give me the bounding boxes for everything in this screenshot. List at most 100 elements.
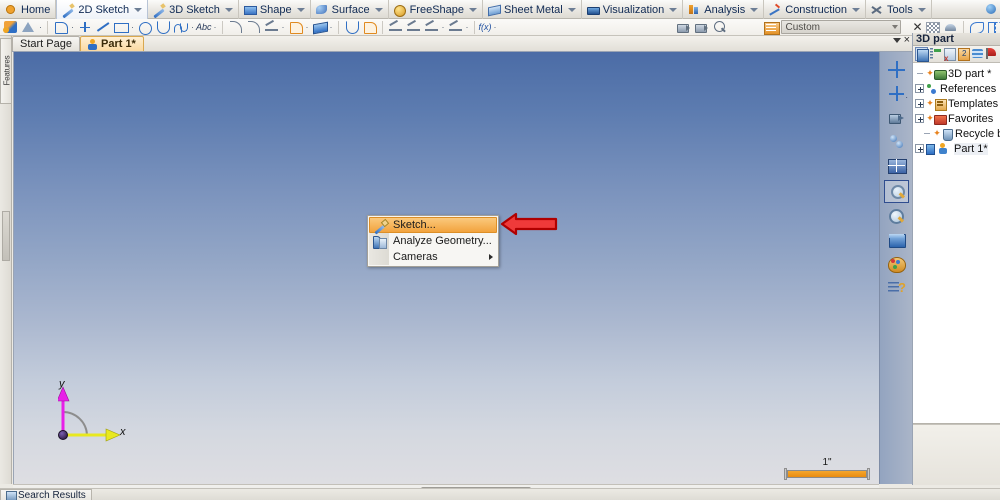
tree-node-favorites[interactable]: ✦ Favorites (915, 111, 1000, 126)
left-dock-tab-features[interactable]: Features (0, 38, 12, 104)
tool-dropdown-dot[interactable]: · (281, 19, 286, 35)
sketch-profile-tool[interactable] (20, 19, 37, 35)
ribbon-tab-analysis[interactable]: Analysis (683, 0, 765, 19)
perpendicular-constraint-tool[interactable] (447, 19, 464, 35)
pivot-icon[interactable] (884, 130, 909, 153)
context-menu-item-analyze-geometry[interactable]: Analyze Geometry... (369, 233, 497, 249)
tool-dropdown-dot[interactable]: · (70, 19, 75, 35)
tool-dropdown-dot[interactable]: · (190, 19, 195, 35)
ribbon-tab-tools[interactable]: Tools (866, 0, 932, 19)
dock-scroll-thumb[interactable] (2, 211, 10, 261)
ribbon-tab-visualization[interactable]: Visualization (582, 0, 684, 19)
extrude-tool[interactable] (311, 19, 328, 35)
chevron-down-icon[interactable] (296, 7, 305, 12)
select-mode-icon[interactable] (915, 47, 929, 62)
rectangle-tool[interactable] (112, 19, 129, 35)
document-tab-part-1[interactable]: Part 1* (79, 36, 144, 51)
tool-dropdown-dot[interactable]: · (305, 19, 310, 35)
tool-dropdown-dot[interactable]: · (130, 19, 135, 35)
trim-tool[interactable] (263, 19, 280, 35)
context-menu[interactable]: Sketch... Analyze Geometry... Cameras (367, 215, 499, 267)
document-tab-start-page[interactable]: Start Page (12, 36, 80, 51)
camera-capture-tool[interactable] (675, 19, 692, 35)
ribbon-help-orb-icon[interactable] (982, 0, 1000, 18)
expander-icon[interactable] (915, 114, 924, 123)
dropdown-dot-icon[interactable]: · (905, 93, 908, 102)
profile-tool[interactable] (52, 19, 69, 35)
chevron-down-icon[interactable] (917, 7, 926, 12)
material-select[interactable]: Custom (780, 20, 901, 34)
chevron-down-icon[interactable] (852, 7, 861, 12)
layers-icon[interactable] (971, 47, 984, 61)
project-tool[interactable] (343, 19, 360, 35)
text-tool[interactable]: Abc (196, 19, 212, 35)
chevron-down-icon[interactable] (134, 7, 143, 12)
tree-node-3d-part[interactable]: ✦ 3D part * (915, 66, 1000, 81)
tree-node-part-1[interactable]: Part 1* (915, 141, 1000, 156)
chevron-down-icon[interactable] (374, 7, 383, 12)
expander-icon[interactable] (915, 84, 924, 93)
ribbon-tab-home[interactable]: Home (0, 0, 57, 19)
palette-icon[interactable] (884, 253, 909, 276)
expander-icon[interactable] (915, 144, 924, 153)
tree-node-templates[interactable]: ✦ Templates (915, 96, 1000, 111)
dimension-tool[interactable] (405, 19, 422, 35)
ribbon-tab-construction[interactable]: Construction (764, 0, 867, 19)
ribbon-tab-sheet-metal[interactable]: Sheet Metal (483, 0, 582, 19)
context-menu-item-sketch[interactable]: Sketch... (369, 217, 497, 233)
chevron-down-icon[interactable] (669, 7, 678, 12)
arc-tool[interactable] (154, 19, 171, 35)
render-tool[interactable] (693, 19, 710, 35)
numbering-icon[interactable] (957, 47, 970, 61)
constraint-tool[interactable] (387, 19, 404, 35)
ribbon-tab-shape[interactable]: Shape (239, 0, 311, 19)
pan-move-icon[interactable] (884, 58, 909, 81)
spline-tool[interactable] (172, 19, 189, 35)
expand-tree-icon[interactable] (929, 47, 942, 61)
offset-tool[interactable] (287, 19, 304, 35)
fillet-tool[interactable] (227, 19, 244, 35)
delete-node-icon[interactable] (943, 47, 956, 63)
context-menu-item-cameras[interactable]: Cameras (369, 249, 497, 265)
ribbon-tab-freeshape[interactable]: FreeShape (389, 0, 484, 19)
dropdown-dot-icon[interactable]: · (905, 165, 908, 174)
chevron-down-icon[interactable] (224, 7, 233, 12)
line-tool[interactable] (94, 19, 111, 35)
expander-icon[interactable] (915, 99, 924, 108)
ribbon-tab-2d-sketch[interactable]: 2D Sketch (56, 0, 149, 19)
tree-node-references[interactable]: References (915, 81, 1000, 96)
grid-view-icon[interactable]: · (884, 154, 909, 177)
point-tool[interactable] (76, 19, 93, 35)
chevron-down-icon[interactable] (469, 7, 478, 12)
tree-node-recycle-bin[interactable]: ✦ Recycle bin (915, 126, 1000, 141)
tool-dropdown-dot[interactable]: · (493, 19, 498, 35)
rotate-axis-icon[interactable]: · (884, 82, 909, 105)
tool-dropdown-dot[interactable]: · (38, 19, 43, 35)
chevron-down-icon[interactable] (892, 37, 901, 43)
zoom-icon[interactable] (884, 205, 909, 228)
tool-dropdown-dot[interactable]: · (441, 19, 446, 35)
camera-icon[interactable] (884, 106, 909, 129)
chevron-down-icon[interactable] (750, 7, 759, 12)
flag-icon[interactable] (985, 47, 998, 61)
formula-tool[interactable]: f(x) (479, 19, 492, 35)
ribbon-tab-3d-sketch[interactable]: 3D Sketch (148, 0, 239, 19)
inspect-tool[interactable] (711, 19, 728, 35)
close-icon[interactable]: × (904, 34, 910, 46)
vertical-constraint-tool[interactable] (423, 19, 440, 35)
ribbon-tab-surface[interactable]: Surface (311, 0, 389, 19)
3d-viewport[interactable]: y x 1" (13, 52, 879, 484)
status-tab-search-results[interactable]: Search Results (0, 488, 92, 500)
circle-tool[interactable] (136, 19, 153, 35)
tool-dropdown-dot[interactable]: · (465, 19, 470, 35)
chamfer-tool[interactable] (245, 19, 262, 35)
view-cube-icon[interactable] (884, 229, 909, 252)
help-icon[interactable] (884, 277, 909, 300)
zoom-window-icon[interactable] (884, 180, 909, 203)
tool-dropdown-dot[interactable]: · (329, 19, 334, 35)
chevron-down-icon[interactable] (567, 7, 576, 12)
chevron-down-icon[interactable] (891, 25, 898, 29)
tool-dropdown-dot[interactable]: · (213, 19, 218, 35)
material-swatch-icon[interactable] (762, 20, 780, 35)
intersect-tool[interactable] (361, 19, 378, 35)
